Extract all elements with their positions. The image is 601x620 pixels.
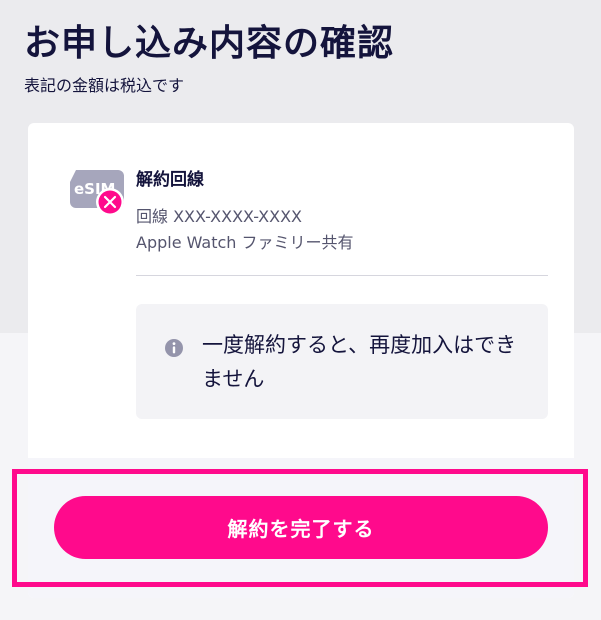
confirmation-page: お申し込み内容の確認 表記の金額は税込です eSIM 解約回線 回線 XXX-X…: [0, 0, 601, 620]
page-title: お申し込み内容の確認: [24, 23, 395, 64]
line-plan: Apple Watch ファミリー共有: [136, 233, 354, 252]
line-number: 回線 XXX-XXXX-XXXX: [136, 207, 303, 226]
divider: [136, 275, 548, 276]
line-heading: 解約回線: [136, 170, 204, 190]
notice-text: 一度解約すると、再度加入はできません: [202, 333, 517, 391]
esim-cancel-icon: eSIM: [70, 170, 124, 216]
cancellation-notice: 一度解約すると、再度加入はできません: [136, 304, 548, 419]
info-icon: [165, 339, 183, 357]
complete-cancellation-button[interactable]: 解約を完了する: [54, 496, 548, 559]
tax-note: 表記の金額は税込です: [24, 76, 185, 95]
